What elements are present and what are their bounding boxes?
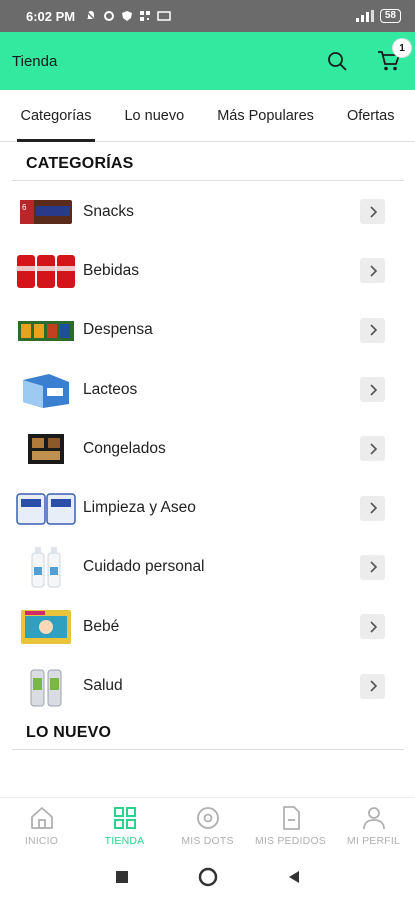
dots-icon xyxy=(196,806,219,829)
system-nav-bar xyxy=(0,853,415,900)
settings-status-icon xyxy=(104,11,115,21)
nav-mis-pedidos[interactable]: MIS PEDIDOS xyxy=(249,798,332,853)
category-label: Bebé xyxy=(83,617,120,635)
tab-label: Categorías xyxy=(20,107,92,124)
search-icon xyxy=(328,52,347,71)
status-right: 58 xyxy=(354,9,401,23)
pantry-image xyxy=(16,309,76,351)
category-row-bebe[interactable]: Bebé xyxy=(0,597,415,656)
category-row-despensa[interactable]: Despensa xyxy=(0,301,415,360)
category-label: Bebidas xyxy=(83,261,140,279)
category-list: 6 Snacks Bebidas Despensa Lacteos Congel… xyxy=(0,182,415,716)
categories-section-title: CATEGORÍAS xyxy=(26,155,134,172)
home-system-button[interactable] xyxy=(198,867,218,887)
tab-label: Lo nuevo xyxy=(124,107,185,124)
tab-lo-nuevo[interactable]: Lo nuevo xyxy=(120,90,188,142)
category-row-limpieza[interactable]: Limpieza y Aseo xyxy=(0,478,415,537)
back-button[interactable] xyxy=(286,869,302,885)
baby-image xyxy=(16,606,76,648)
snacks-image: 6 xyxy=(16,191,76,233)
category-label: Lacteos xyxy=(83,380,138,398)
chevron-right-icon[interactable] xyxy=(360,554,385,580)
status-bar: 6:02 PM 58 xyxy=(0,0,415,32)
cart-button[interactable]: 1 xyxy=(375,39,411,75)
nav-mis-dots[interactable]: MIS DOTS xyxy=(166,798,249,853)
signal-icon xyxy=(355,10,374,22)
shield-icon xyxy=(122,11,133,21)
app-bar-actions: 1 xyxy=(323,39,411,75)
chevron-right-icon[interactable] xyxy=(360,258,385,284)
chevron-right-icon[interactable] xyxy=(360,673,385,699)
category-row-bebidas[interactable]: Bebidas xyxy=(0,241,415,300)
nav-inicio[interactable]: INICIO xyxy=(0,798,83,853)
new-section-title: LO NUEVO xyxy=(26,724,112,741)
category-row-cuidado-personal[interactable]: Cuidado personal xyxy=(0,538,415,597)
page-title: Tienda xyxy=(12,52,58,70)
profile-icon xyxy=(362,806,385,829)
tab-mas-populares[interactable]: Más Populares xyxy=(213,90,318,142)
nav-mi-perfil[interactable]: MI PERFIL xyxy=(332,798,415,853)
search-button[interactable] xyxy=(323,47,351,75)
svg-text:6: 6 xyxy=(22,203,27,212)
tab-label: Más Populares xyxy=(217,107,314,124)
personal-care-image xyxy=(16,546,76,588)
tab-label: Ofertas xyxy=(346,107,395,124)
nav-label: TIENDA xyxy=(104,834,145,847)
nav-label: MI PERFIL xyxy=(346,834,401,847)
category-label: Congelados xyxy=(83,439,166,457)
category-label: Snacks xyxy=(83,202,134,220)
battery-icon: 58 xyxy=(379,9,401,23)
status-time: 6:02 PM xyxy=(26,8,76,24)
chevron-right-icon[interactable] xyxy=(360,377,385,403)
cleaning-image xyxy=(16,487,76,529)
grid-icon xyxy=(113,806,136,829)
health-image xyxy=(16,665,76,707)
category-row-lacteos[interactable]: Lacteos xyxy=(0,360,415,419)
orders-icon xyxy=(282,805,300,830)
nav-label: MIS DOTS xyxy=(181,834,234,847)
nav-tienda[interactable]: TIENDA xyxy=(83,798,166,853)
tab-categorias[interactable]: Categorías xyxy=(16,90,96,142)
tab-ofertas[interactable]: Ofertas xyxy=(343,90,399,142)
recent-apps-button[interactable] xyxy=(114,869,130,885)
app-bar: Tienda 1 xyxy=(0,32,415,90)
status-icons xyxy=(85,10,171,22)
section-divider xyxy=(12,180,404,181)
home-icon xyxy=(30,806,53,829)
chevron-right-icon[interactable] xyxy=(360,614,385,640)
category-row-snacks[interactable]: 6 Snacks xyxy=(0,182,415,241)
chevron-right-icon[interactable] xyxy=(360,199,385,225)
category-label: Limpieza y Aseo xyxy=(83,499,196,517)
bottom-nav: INICIO TIENDA MIS DOTS MIS PEDIDOS MI PE… xyxy=(0,797,415,853)
category-row-congelados[interactable]: Congelados xyxy=(0,419,415,478)
section-divider xyxy=(12,749,404,750)
category-row-salud[interactable]: Salud xyxy=(0,656,415,715)
cast-icon xyxy=(157,11,171,21)
frozen-image xyxy=(16,428,76,470)
dairy-image xyxy=(16,369,76,411)
nav-label: MIS PEDIDOS xyxy=(254,834,327,847)
chevron-right-icon[interactable] xyxy=(360,495,385,521)
cart-count-badge: 1 xyxy=(393,39,411,57)
nav-label: INICIO xyxy=(24,834,59,847)
chevron-right-icon[interactable] xyxy=(360,317,385,343)
category-label: Cuidado personal xyxy=(83,558,205,576)
category-label: Salud xyxy=(83,677,123,695)
notification-off-icon xyxy=(85,10,97,22)
category-label: Despensa xyxy=(83,321,153,339)
qr-icon xyxy=(140,11,151,21)
category-tabs: Categorías Lo nuevo Más Populares Oferta… xyxy=(0,90,415,142)
drinks-image xyxy=(16,250,76,292)
chevron-right-icon[interactable] xyxy=(360,436,385,462)
